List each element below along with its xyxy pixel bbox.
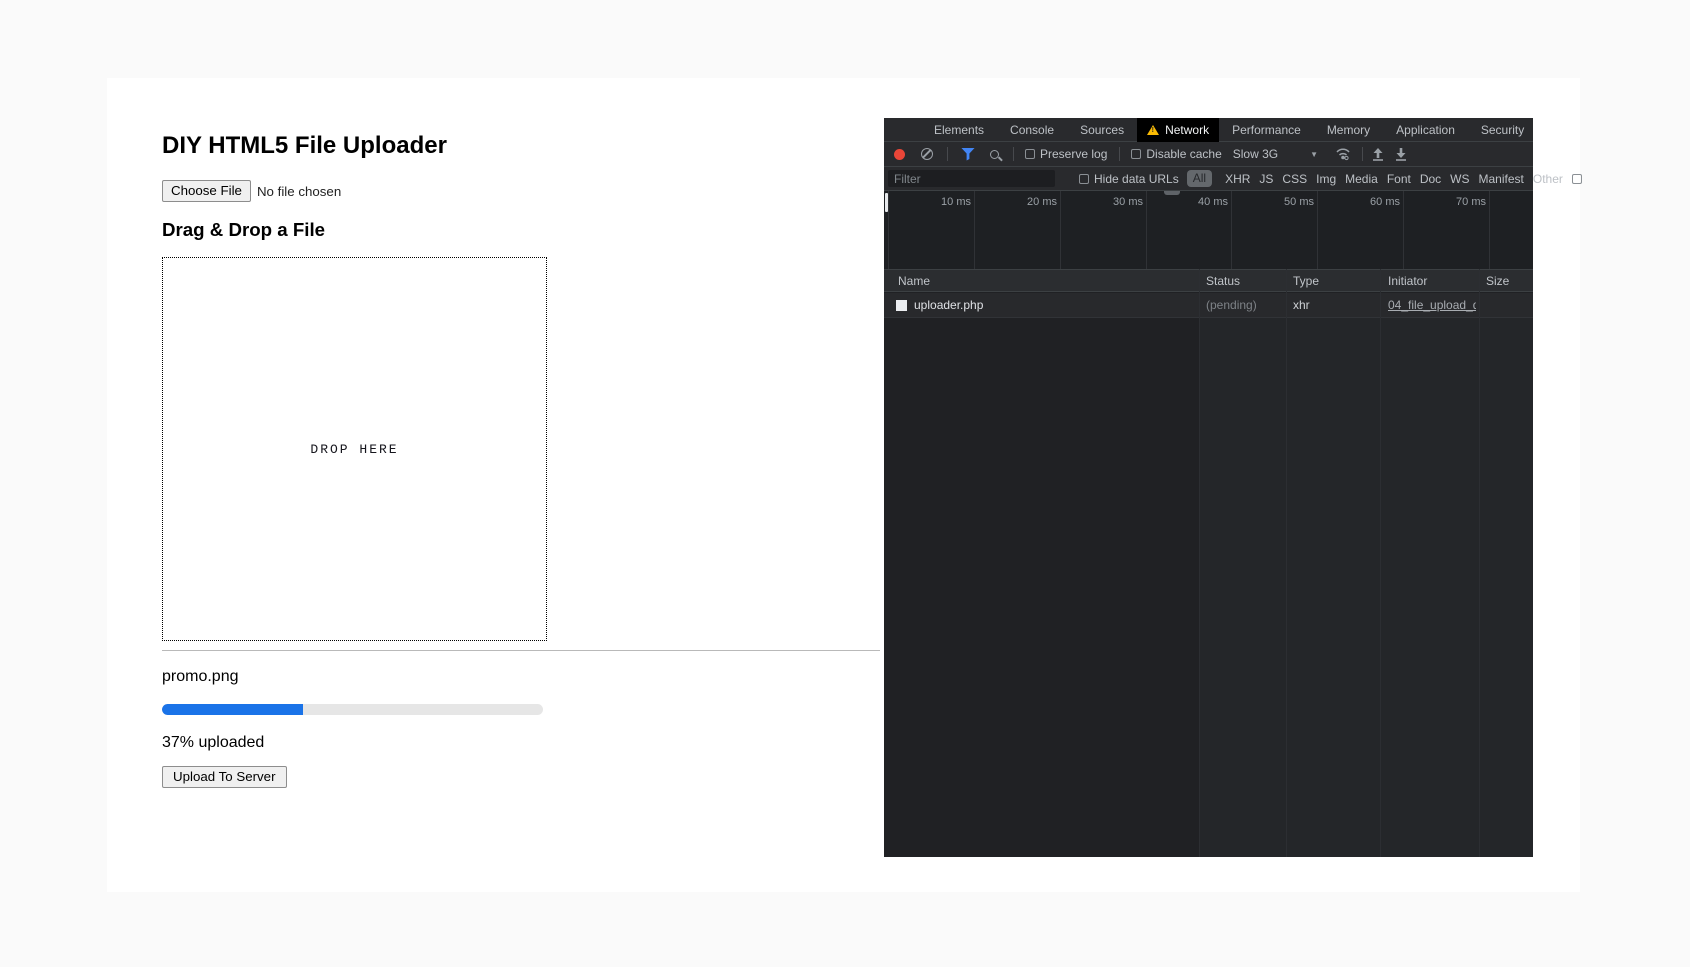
hide-data-urls-label: Hide data URLs: [1094, 172, 1179, 186]
timeline-notch: [1164, 191, 1180, 195]
divider: [162, 650, 880, 651]
timeline-gridline: [1403, 191, 1404, 269]
filter-doc[interactable]: Doc: [1420, 172, 1441, 186]
hide-data-urls-checkbox[interactable]: [1079, 174, 1089, 184]
drop-zone-label: DROP HERE: [163, 258, 546, 640]
timeline-gridline: [974, 191, 975, 269]
preserve-log-label: Preserve log: [1040, 147, 1107, 161]
column-divider[interactable]: [1286, 269, 1287, 857]
table-row[interactable]: uploader.php (pending) xhr 04_file_uploa…: [884, 293, 1533, 318]
drop-zone[interactable]: DROP HERE: [162, 257, 547, 641]
timeline-gridline: [1231, 191, 1232, 269]
timeline-gridline: [1060, 191, 1061, 269]
throttling-select[interactable]: Slow 3G: [1233, 147, 1278, 161]
filter-manifest[interactable]: Manifest: [1479, 172, 1524, 186]
timeline-gridline: [1146, 191, 1147, 269]
column-shade: [1480, 318, 1533, 857]
column-shade: [1287, 318, 1380, 857]
timeline-gridline: [888, 191, 889, 269]
filter-media[interactable]: Media: [1345, 172, 1378, 186]
file-input[interactable]: Choose File No file chosen: [162, 180, 341, 202]
filter-img[interactable]: Img: [1316, 172, 1336, 186]
upload-filename: promo.png: [162, 668, 239, 686]
column-shade: [1199, 318, 1286, 857]
upload-progress-bar: [162, 704, 543, 715]
tab-elements[interactable]: Elements: [921, 118, 997, 142]
request-type: xhr: [1293, 298, 1310, 312]
network-conditions-icon[interactable]: [1335, 147, 1351, 161]
separator: [1013, 147, 1014, 161]
timeline-tick: 70 ms: [1446, 196, 1486, 208]
column-header-initiator[interactable]: Initiator: [1388, 274, 1427, 288]
request-name[interactable]: uploader.php: [914, 298, 983, 312]
tab-application[interactable]: Application: [1383, 118, 1468, 142]
separator: [1362, 147, 1363, 161]
file-icon: [896, 300, 907, 311]
chevron-down-icon[interactable]: ▼: [1310, 150, 1318, 159]
export-har-icon[interactable]: [1395, 148, 1407, 161]
timeline-tick: 60 ms: [1360, 196, 1400, 208]
timeline-gridline: [1489, 191, 1490, 269]
import-har-icon[interactable]: [1372, 148, 1384, 161]
separator: [947, 147, 948, 161]
tab-memory[interactable]: Memory: [1314, 118, 1383, 142]
column-divider[interactable]: [1380, 269, 1381, 857]
timeline-tick: 10 ms: [931, 196, 971, 208]
dragdrop-heading: Drag & Drop a File: [162, 219, 325, 241]
timeline-tick: 30 ms: [1103, 196, 1143, 208]
network-filter-bar: Hide data URLs All XHR JS CSS Img Media …: [884, 167, 1533, 191]
tab-sources[interactable]: Sources: [1067, 118, 1137, 142]
clear-icon[interactable]: [921, 148, 933, 160]
record-dot-icon[interactable]: [894, 149, 905, 160]
filter-xhr[interactable]: XHR: [1225, 172, 1250, 186]
filter-funnel-icon[interactable]: [961, 148, 975, 161]
tab-network[interactable]: Network: [1137, 118, 1219, 142]
devtools-panel: Elements Console Sources Network Perform…: [884, 118, 1533, 857]
warning-triangle-icon: [1147, 125, 1159, 135]
disable-cache-checkbox[interactable]: [1131, 149, 1141, 159]
timeline-tick: 40 ms: [1188, 196, 1228, 208]
timeline-scrubber[interactable]: [885, 193, 888, 212]
page-title: DIY HTML5 File Uploader: [162, 132, 447, 160]
request-initiator-link[interactable]: 04_file_upload_d…: [1388, 298, 1476, 312]
tab-security[interactable]: Security: [1468, 118, 1537, 142]
request-status: (pending): [1206, 298, 1257, 312]
column-header-size[interactable]: Size: [1486, 274, 1509, 288]
search-icon[interactable]: [990, 150, 999, 159]
column-header-type[interactable]: Type: [1293, 274, 1319, 288]
timeline-tick: 50 ms: [1274, 196, 1314, 208]
filter-input[interactable]: [888, 170, 1055, 187]
timeline-gridline: [1317, 191, 1318, 269]
filter-all-pill[interactable]: All: [1187, 170, 1212, 187]
upload-to-server-button[interactable]: Upload To Server: [162, 766, 287, 788]
column-header-name[interactable]: Name: [898, 274, 930, 288]
upload-progress-fill: [162, 704, 303, 715]
requests-empty-area: [884, 318, 1533, 857]
column-shade: [1381, 318, 1479, 857]
filter-js[interactable]: JS: [1259, 172, 1273, 186]
devtools-tab-bar: Elements Console Sources Network Perform…: [884, 118, 1533, 142]
column-divider[interactable]: [1479, 269, 1480, 857]
tab-console[interactable]: Console: [997, 118, 1067, 142]
preserve-log-checkbox[interactable]: [1025, 149, 1035, 159]
file-chosen-status: No file chosen: [257, 184, 341, 199]
filter-other[interactable]: Other: [1533, 172, 1563, 186]
filter-css[interactable]: CSS: [1282, 172, 1307, 186]
column-divider[interactable]: [1199, 269, 1200, 857]
requests-table-header: Name Status Type Initiator Size: [884, 269, 1533, 292]
network-toolbar: Preserve log Disable cache Slow 3G ▼: [884, 142, 1533, 167]
upload-percent-text: 37% uploaded: [162, 734, 264, 752]
disable-cache-label: Disable cache: [1146, 147, 1221, 161]
network-timeline-overview[interactable]: 10 ms 20 ms 30 ms 40 ms 50 ms 60 ms 70 m…: [884, 191, 1533, 269]
separator: [1119, 147, 1120, 161]
group-by-frame-checkbox[interactable]: [1572, 174, 1582, 184]
timeline-tick: 20 ms: [1017, 196, 1057, 208]
filter-ws[interactable]: WS: [1450, 172, 1469, 186]
filter-font[interactable]: Font: [1387, 172, 1411, 186]
choose-file-button[interactable]: Choose File: [162, 180, 251, 202]
column-header-status[interactable]: Status: [1206, 274, 1240, 288]
tab-performance[interactable]: Performance: [1219, 118, 1314, 142]
